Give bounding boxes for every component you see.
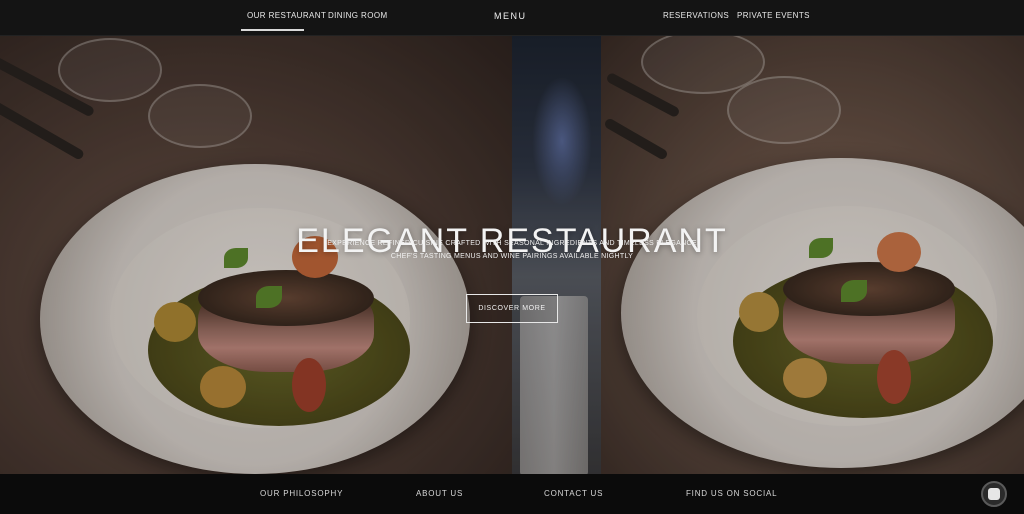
- chat-icon: [988, 488, 1000, 500]
- nav-link-dining-room[interactable]: DINING ROOM: [328, 11, 388, 20]
- nav-link-reservations[interactable]: RESERVATIONS: [663, 11, 729, 20]
- bottom-navigation: OUR PHILOSOPHY ABOUT US CONTACT US FIND …: [0, 474, 1024, 514]
- discover-more-button[interactable]: DISCOVER MORE: [466, 294, 558, 323]
- hero-section: ELEGANT RESTAURANT EXPERIENCE REFINED CU…: [0, 36, 1024, 474]
- active-nav-indicator: [241, 29, 304, 31]
- footer-link-about-us[interactable]: ABOUT US: [416, 489, 463, 498]
- chat-button[interactable]: [981, 481, 1007, 507]
- hero-subtitle-line-2: CHEF'S TASTING MENUS AND WINE PAIRINGS A…: [390, 253, 634, 260]
- footer-link-social[interactable]: FIND US ON SOCIAL: [686, 489, 777, 498]
- hero-subtitle-line-1: EXPERIENCE REFINED CUISINE CRAFTED WITH …: [327, 240, 697, 247]
- footer-link-contact-us[interactable]: CONTACT US: [544, 489, 603, 498]
- nav-link-our-restaurant[interactable]: OUR RESTAURANT: [247, 11, 326, 20]
- footer-link-philosophy[interactable]: OUR PHILOSOPHY: [260, 489, 343, 498]
- brand-logo[interactable]: MENU: [494, 11, 527, 21]
- nav-link-private-events[interactable]: PRIVATE EVENTS: [737, 11, 810, 20]
- top-navigation: OUR RESTAURANT DINING ROOM MENU RESERVAT…: [0, 0, 1024, 36]
